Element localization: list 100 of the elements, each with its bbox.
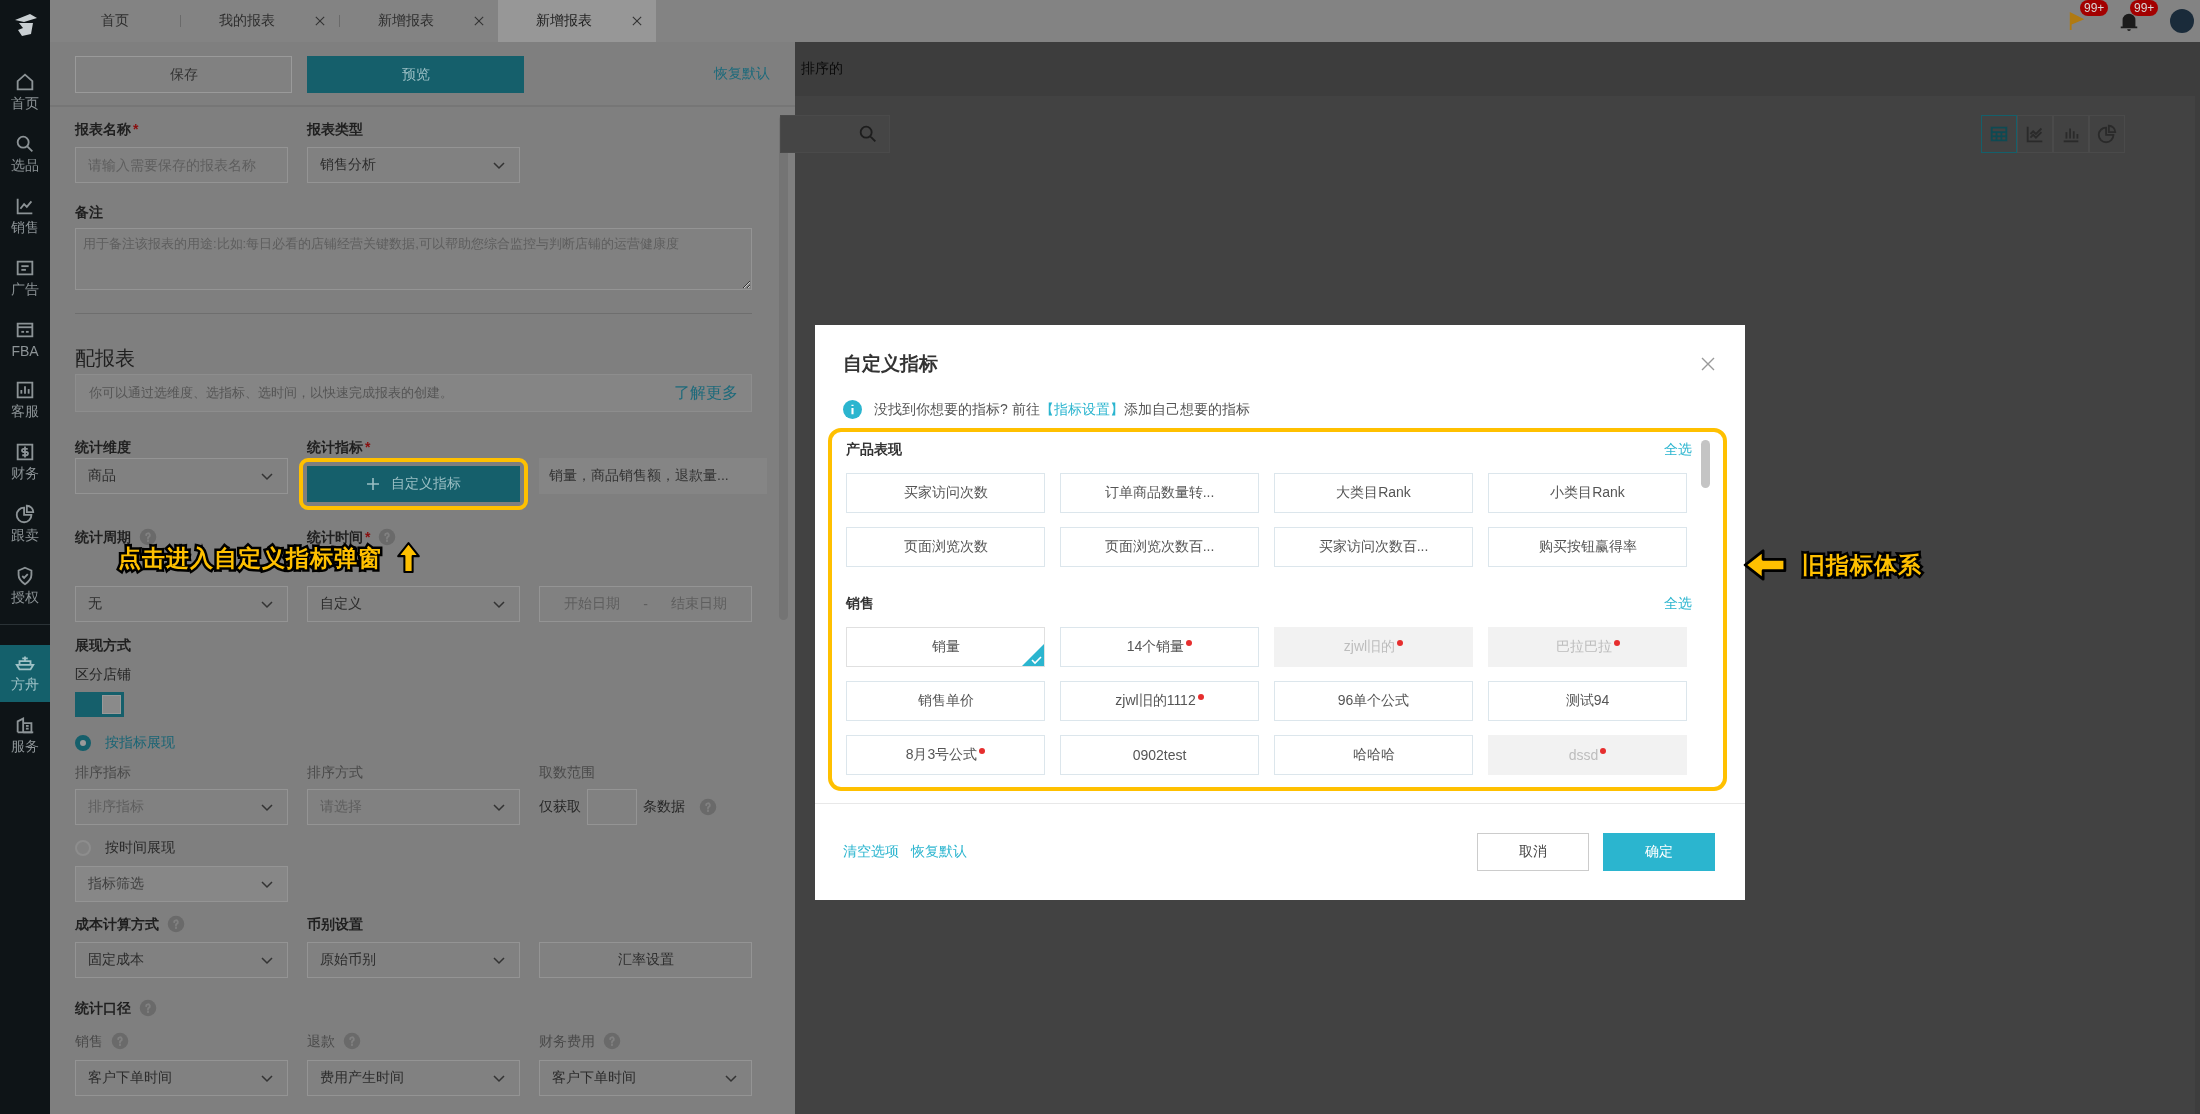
nav-item[interactable]: 销售 xyxy=(0,188,50,245)
field-label: 区分店铺 xyxy=(75,666,132,684)
group-title: 产品表现 xyxy=(846,441,902,459)
metric-summary: 销量，商品销售额，退款量... xyxy=(539,458,767,494)
field-label: 统计口径 xyxy=(75,999,779,1017)
metric-option[interactable]: 页面浏览次数 xyxy=(846,527,1045,567)
metric-settings-link[interactable]: 【指标设置】 xyxy=(1039,400,1124,417)
metric-option[interactable]: 页面浏览次数百... xyxy=(1060,527,1259,567)
nav-item[interactable]: 方舟 xyxy=(0,645,50,702)
basis-select[interactable]: 客户下单时间 xyxy=(539,1060,752,1096)
count-badge: 99+ xyxy=(2130,0,2159,16)
search-field[interactable] xyxy=(780,115,890,153)
close-icon[interactable] xyxy=(1701,357,1715,371)
nav-item[interactable]: 财务 xyxy=(0,434,50,491)
metric-option[interactable]: 0902test xyxy=(1060,735,1259,775)
custom-metric-button[interactable]: 自定义指标 xyxy=(307,466,520,502)
view-toggle[interactable] xyxy=(1981,115,2017,153)
search-icon xyxy=(14,133,36,155)
left-arrow-icon xyxy=(1742,548,1788,582)
annotation-label: 点击进入自定义指标弹窗 xyxy=(118,544,382,573)
toggle-switch[interactable] xyxy=(75,692,124,717)
info-icon xyxy=(843,400,862,419)
metric-option[interactable]: 96单个公式 xyxy=(1274,681,1473,721)
search-icon xyxy=(857,123,879,145)
view-toggle[interactable] xyxy=(2017,115,2053,153)
tab[interactable]: 新增报表 xyxy=(498,0,656,42)
range-suffix: 条数据 xyxy=(643,798,685,816)
currency-select[interactable]: 原始币别 xyxy=(307,942,520,978)
range-separator: - xyxy=(643,596,648,612)
section-title: 配报表 xyxy=(75,346,136,370)
basis-select[interactable]: 费用产生时间 xyxy=(307,1060,520,1096)
close-icon[interactable] xyxy=(315,15,325,27)
tab[interactable]: 首页 xyxy=(50,0,180,42)
rate-settings-button[interactable]: 汇率设置 xyxy=(539,942,752,978)
metric-option[interactable]: 测试94 xyxy=(1488,681,1687,721)
field-label: 统计指标* xyxy=(307,438,372,456)
nav-item[interactable]: 选品 xyxy=(0,126,50,183)
nav-item[interactable]: 服务 xyxy=(0,707,50,764)
metric-option[interactable]: 8月3号公式 xyxy=(846,735,1045,775)
close-icon[interactable] xyxy=(474,15,484,27)
save-button[interactable]: 保存 xyxy=(75,56,292,93)
avatar[interactable] xyxy=(2170,9,2194,33)
required-mark: * xyxy=(365,528,371,546)
type-select[interactable]: 销售分析 xyxy=(307,147,520,183)
check-corner-icon xyxy=(1022,644,1044,666)
metric-option[interactable]: 大类目Rank xyxy=(1274,473,1473,513)
confirm-button[interactable]: 确定 xyxy=(1603,833,1715,871)
dollar-icon xyxy=(14,441,36,463)
up-arrow-icon xyxy=(396,541,421,574)
annotation-label: 旧指标体系 xyxy=(1802,551,1922,580)
metric-option[interactable]: 买家访问次数百... xyxy=(1274,527,1473,567)
nav-item[interactable]: 首页 xyxy=(0,64,50,121)
cancel-button[interactable]: 取消 xyxy=(1477,833,1589,871)
dialog-title: 自定义指标 xyxy=(843,352,938,376)
metric-option[interactable]: 买家访问次数 xyxy=(846,473,1045,513)
info-text: 没找到你想要的指标? 前往【指标设置】添加自己想要的指标 xyxy=(874,400,1250,419)
tab[interactable]: 我的报表 xyxy=(181,0,339,42)
pie-chart-icon xyxy=(2096,123,2118,145)
metric-option[interactable]: 14个销量 xyxy=(1060,627,1259,667)
metric-option[interactable]: 销量 xyxy=(846,627,1045,667)
nav-item[interactable]: 授权 xyxy=(0,558,50,615)
metric-option[interactable]: 购买按钮赢得率 xyxy=(1488,527,1687,567)
dimension-select[interactable]: 商品 xyxy=(75,458,288,494)
scrollbar-thumb[interactable] xyxy=(1701,440,1710,488)
preview-button[interactable]: 预览 xyxy=(307,56,524,93)
bar-chart-icon xyxy=(14,379,36,401)
metric-option[interactable]: 销售单价 xyxy=(846,681,1045,721)
nav-item[interactable]: 客服 xyxy=(0,372,50,429)
field-label: 统计维度 xyxy=(75,438,132,456)
radio-option[interactable]: 按时间展现 xyxy=(75,838,779,858)
nav-item[interactable]: 广告 xyxy=(0,250,50,307)
metric-option[interactable]: zjwl旧的1112 xyxy=(1060,681,1259,721)
select-all-link[interactable]: 全选 xyxy=(1664,595,1692,613)
home-icon xyxy=(14,71,36,93)
field-label: 报表类型 xyxy=(307,120,364,138)
required-mark: * xyxy=(365,438,371,456)
nav-item[interactable]: FBA xyxy=(0,312,50,367)
basis-select[interactable]: 客户下单时间 xyxy=(75,1060,288,1096)
field-label: 成本计算方式 xyxy=(75,915,288,933)
metric-option[interactable]: 小类目Rank xyxy=(1488,473,1687,513)
footer-link[interactable]: 清空选项 xyxy=(843,843,899,861)
field-label: 展现方式 xyxy=(75,636,132,654)
metric-option[interactable]: 哈哈哈 xyxy=(1274,735,1473,775)
footer-link[interactable]: 恢复默认 xyxy=(911,843,967,861)
view-toggle[interactable] xyxy=(2053,115,2089,153)
metric-option[interactable]: 订单商品数量转... xyxy=(1060,473,1259,513)
tab[interactable]: 新增报表 xyxy=(340,0,498,42)
nav-item[interactable]: 跟卖 xyxy=(0,496,50,553)
field-label: 币别设置 xyxy=(307,915,364,933)
required-mark: * xyxy=(133,120,139,138)
field-label: 统计周期 xyxy=(75,528,288,546)
cost-select[interactable]: 固定成本 xyxy=(75,942,288,978)
time-select[interactable]: 自定义 xyxy=(307,586,520,622)
period-select[interactable]: 无 xyxy=(75,586,288,622)
view-toggle[interactable] xyxy=(2089,115,2125,153)
select-all-link[interactable]: 全选 xyxy=(1664,441,1692,459)
group-title: 销售 xyxy=(846,595,874,613)
pie-chart-icon xyxy=(14,503,36,525)
close-icon[interactable] xyxy=(632,15,642,27)
flag-icon[interactable] xyxy=(2068,10,2086,32)
